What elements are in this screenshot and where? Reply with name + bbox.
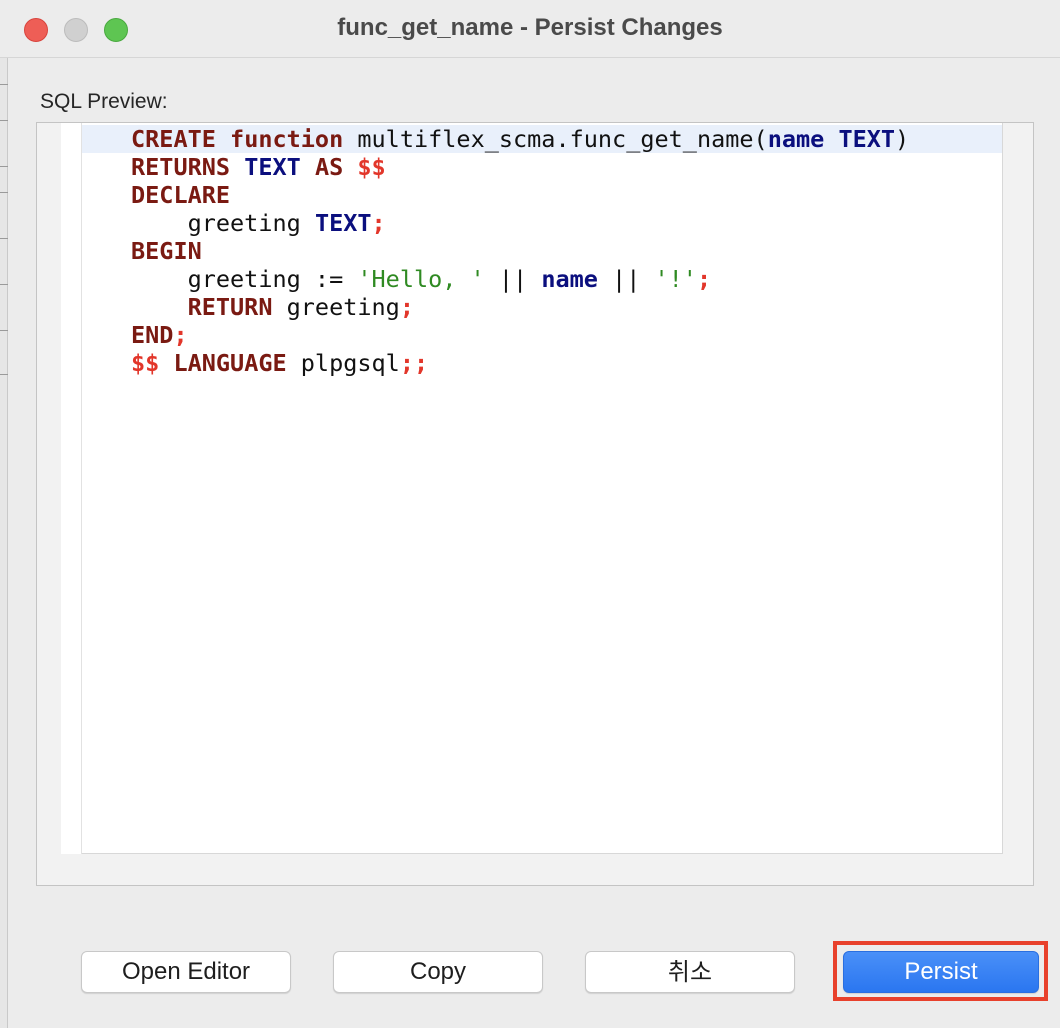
code-line: CREATE function multiflex_scma.func_get_…	[131, 125, 909, 153]
code-token: TEXT	[838, 125, 896, 153]
code-token: BEGIN	[131, 237, 202, 265]
editor-gutter	[61, 123, 82, 854]
copy-button[interactable]: Copy	[333, 951, 543, 993]
code-token: '!'	[654, 265, 697, 293]
code-line: RETURN greeting;	[131, 293, 909, 321]
code-token: greeting :=	[131, 265, 358, 293]
code-token: ;	[371, 209, 386, 237]
code-token: $$	[357, 153, 386, 181]
sql-preview-label: SQL Preview:	[40, 90, 168, 113]
code-token: DECLARE	[131, 181, 231, 209]
title-bar: func_get_name - Persist Changes	[0, 0, 1060, 58]
code-token: ||	[597, 265, 655, 293]
code-line: $$ LANGUAGE plpgsql;;	[131, 349, 909, 377]
code-token: ;	[173, 321, 188, 349]
code-line: BEGIN	[131, 237, 909, 265]
code-token: CREATE	[131, 125, 216, 153]
code-token: TEXT	[314, 209, 372, 237]
code-line: RETURNS TEXT AS $$	[131, 153, 909, 181]
code-token: TEXT	[244, 153, 301, 181]
code-token: LANGUAGE	[173, 349, 287, 377]
code-token: name	[541, 265, 598, 293]
code-token: RETURN	[187, 293, 273, 321]
code-token: name	[767, 125, 825, 153]
code-token: $$	[131, 349, 160, 377]
code-token: AS	[314, 153, 344, 181]
open-editor-button[interactable]: Open Editor	[81, 951, 291, 993]
code-token: plpgsql	[286, 349, 400, 377]
code-token: 'Hello, '	[357, 265, 485, 293]
code-line: greeting TEXT;	[131, 209, 909, 237]
horizontal-scrollbar[interactable]	[82, 854, 1003, 885]
code-token: multiflex_scma.func_get_name(	[343, 125, 768, 153]
code-token: RETURNS	[131, 153, 231, 181]
parent-window-edge	[0, 58, 8, 1028]
code-token: ;	[696, 265, 712, 293]
code-token: greeting	[272, 293, 400, 321]
code-token: ;;	[399, 349, 429, 377]
code-token: END	[131, 321, 174, 349]
sql-preview-text-area[interactable]: CREATE function multiflex_scma.func_get_…	[82, 123, 1003, 854]
code-line: END;	[131, 321, 909, 349]
vertical-scrollbar[interactable]	[1003, 123, 1033, 854]
code-line: DECLARE	[131, 181, 909, 209]
window-title: func_get_name - Persist Changes	[337, 14, 723, 41]
sql-code: CREATE function multiflex_scma.func_get_…	[131, 125, 909, 377]
persist-changes-dialog: func_get_name - Persist Changes SQL Prev…	[0, 0, 1060, 1028]
code-token: greeting	[131, 209, 315, 237]
code-token: ||	[484, 265, 542, 293]
code-token: function	[230, 125, 344, 153]
cancel-button[interactable]: 취소	[585, 951, 795, 993]
sql-preview-editor: CREATE function multiflex_scma.func_get_…	[36, 122, 1034, 886]
code-token: )	[895, 125, 910, 153]
persist-button[interactable]: Persist	[843, 951, 1039, 993]
code-token: ;	[399, 293, 414, 321]
code-line: greeting := 'Hello, ' || name || '!';	[131, 265, 909, 293]
